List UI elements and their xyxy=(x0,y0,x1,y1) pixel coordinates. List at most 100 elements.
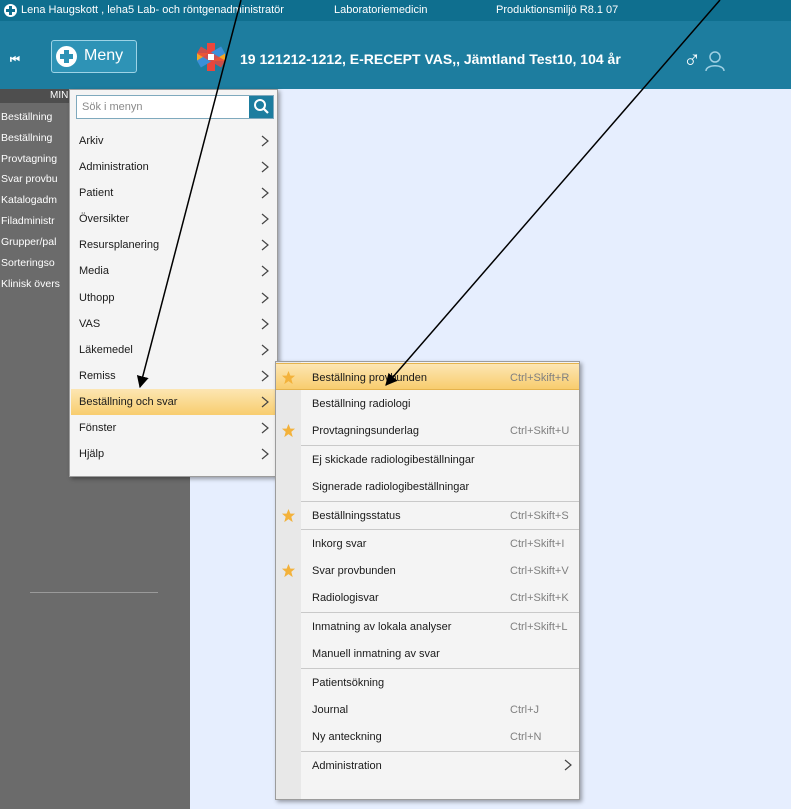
side-panel-item[interactable]: Filadministr xyxy=(1,215,55,227)
menu-item-label: Fönster xyxy=(79,422,117,434)
menu-item-patient[interactable]: Patient xyxy=(71,180,276,206)
menu-item-media[interactable]: Media xyxy=(71,258,276,284)
shortcut-label: Ctrl+Skift+K xyxy=(510,592,569,604)
menu-item-uthopp[interactable]: Uthopp xyxy=(71,285,276,311)
menu-item-label: Beställning och svar xyxy=(79,396,178,408)
submenu-item-provtagningsunderlag[interactable]: Provtagningsunderlag Ctrl+Skift+U xyxy=(276,417,579,444)
chevron-right-icon xyxy=(261,318,269,330)
favorite-star-icon[interactable] xyxy=(281,370,296,385)
submenu-item-bestallningsstatus[interactable]: Beställningsstatus Ctrl+Skift+S xyxy=(276,502,579,529)
submenu-item-label: Beställning radiologi xyxy=(312,398,411,410)
submenu-item-patientsokning[interactable]: Patientsökning xyxy=(276,669,579,696)
menu-item-remiss[interactable]: Remiss xyxy=(71,363,276,389)
submenu-item-inkorg-svar[interactable]: Inkorg svar Ctrl+Skift+I xyxy=(276,530,579,557)
search-button[interactable] xyxy=(249,96,273,118)
title-user: Lena Haugskott , leha5 Lab- och röntgena… xyxy=(21,4,284,16)
submenu-item-label: Journal xyxy=(312,704,349,716)
menu-item-oversikter[interactable]: Översikter xyxy=(71,206,276,232)
patient-banner[interactable]: 19 121212-1212, E-RECEPT VAS,, Jämtland … xyxy=(240,51,621,67)
menu-item-bestallning-och-svar[interactable]: Beställning och svar xyxy=(71,389,276,415)
shortcut-label: Ctrl+Skift+R xyxy=(510,372,570,384)
side-panel-item[interactable]: Beställning xyxy=(1,111,52,123)
submenu-item-bestallning-radiologi[interactable]: Beställning radiologi xyxy=(276,390,579,417)
menu-search-input[interactable] xyxy=(77,96,247,118)
submenu-item-svar-provbunden[interactable]: Svar provbunden Ctrl+Skift+V xyxy=(276,557,579,584)
side-panel-divider xyxy=(30,592,158,593)
shortcut-label: Ctrl+Skift+L xyxy=(510,621,568,633)
shortcut-label: Ctrl+N xyxy=(510,731,542,743)
submenu-item-radiologisvar[interactable]: Radiologisvar Ctrl+Skift+K xyxy=(276,584,579,611)
submenu-item-administration[interactable]: Administration xyxy=(276,752,579,779)
menu-item-vas[interactable]: VAS xyxy=(71,311,276,337)
favorite-star-icon[interactable] xyxy=(281,563,296,578)
submenu-item-bestallning-provbunden[interactable]: Beställning provbunden Ctrl+Skift+R xyxy=(276,363,579,390)
menu-item-label: Hjälp xyxy=(79,448,105,460)
submenu-item-label: Signerade radiologibeställningar xyxy=(312,481,470,493)
chevron-right-icon xyxy=(261,344,269,356)
submenu-item-label: Provtagningsunderlag xyxy=(312,425,420,437)
side-panel-item[interactable]: Grupper/pal xyxy=(1,236,56,248)
submenu-item-signerade-radiologibestallningar[interactable]: Signerade radiologibeställningar xyxy=(276,473,579,500)
chevron-right-icon xyxy=(261,135,269,147)
submenu-item-ej-skickade-radiologibestallningar[interactable]: Ej skickade radiologibeställningar xyxy=(276,446,579,473)
chevron-right-icon xyxy=(261,187,269,199)
menu-item-fonster[interactable]: Fönster xyxy=(71,415,276,441)
app-header: ⏮ Meny 19 121212-1212, E-RECEPT VAS,, Jä… xyxy=(0,21,791,89)
submenu-item-label: Administration xyxy=(312,760,382,772)
menu-item-label: Arkiv xyxy=(79,135,104,147)
chevron-right-icon xyxy=(261,213,269,225)
menu-item-hjalp[interactable]: Hjälp xyxy=(71,441,276,467)
main-menu-button[interactable]: Meny xyxy=(51,40,137,73)
chevron-right-icon xyxy=(261,265,269,277)
side-panel-item[interactable]: Sorteringso xyxy=(1,257,55,269)
menu-item-label: Remiss xyxy=(79,370,116,382)
menu-item-label: Media xyxy=(79,265,109,277)
submenu-item-label: Beställning provbunden xyxy=(312,372,427,384)
side-panel-item[interactable]: Beställning xyxy=(1,132,52,144)
gender-male-icon: ♂ xyxy=(683,46,701,73)
shortcut-label: Ctrl+J xyxy=(510,704,540,716)
favorite-star-icon[interactable] xyxy=(281,508,296,523)
submenu-item-label: Svar provbunden xyxy=(312,565,396,577)
title-unit: Laboratoriemedicin xyxy=(334,4,428,16)
menu-item-administration[interactable]: Administration xyxy=(71,154,276,180)
medical-alert-icon[interactable] xyxy=(195,41,227,73)
chevron-right-icon xyxy=(261,422,269,434)
title-environment: Produktionsmiljö R8.1 07 xyxy=(496,4,619,16)
menu-item-label: VAS xyxy=(79,318,101,330)
side-panel-item[interactable]: Klinisk övers xyxy=(1,278,60,290)
chevron-right-icon xyxy=(261,448,269,460)
shortcut-label: Ctrl+Skift+U xyxy=(510,425,570,437)
menu-item-label: Läkemedel xyxy=(79,344,133,356)
menu-item-resursplanering[interactable]: Resursplanering xyxy=(71,232,276,258)
side-panel-item[interactable]: Katalogadm xyxy=(1,194,57,206)
chevron-right-icon xyxy=(564,759,572,771)
shortcut-label: Ctrl+Skift+I xyxy=(510,538,565,550)
menu-item-label: Administration xyxy=(79,161,149,173)
menu-item-label: Uthopp xyxy=(79,292,115,304)
side-panel-item[interactable]: Svar provbu xyxy=(1,173,58,185)
submenu-item-inmatning-av-lokala-analyser[interactable]: Inmatning av lokala analyser Ctrl+Skift+… xyxy=(276,613,579,640)
submenu-item-label: Manuell inmatning av svar xyxy=(312,648,440,660)
submenu-item-ny-anteckning[interactable]: Ny anteckning Ctrl+N xyxy=(276,723,579,750)
search-icon xyxy=(254,99,269,114)
chevron-right-icon xyxy=(261,396,269,408)
plus-icon xyxy=(56,46,77,67)
menu-item-lakemedel[interactable]: Läkemedel xyxy=(71,337,276,363)
submenu-item-label: Inkorg svar xyxy=(312,538,367,550)
menu-item-arkiv[interactable]: Arkiv xyxy=(71,128,276,154)
submenu-item-label: Beställningsstatus xyxy=(312,510,401,522)
submenu-item-manuell-inmatning-av-svar[interactable]: Manuell inmatning av svar xyxy=(276,640,579,667)
collapse-panel-icon[interactable]: ⏮ xyxy=(10,54,20,67)
menu-item-label: Översikter xyxy=(79,213,130,225)
main-menu-dropdown: Arkiv Administration Patient Översikter … xyxy=(69,89,278,477)
menu-search-box xyxy=(76,95,274,119)
submenu-item-label: Ej skickade radiologibeställningar xyxy=(312,454,475,466)
submenu-bestallning-och-svar: Beställning provbunden Ctrl+Skift+R Best… xyxy=(275,361,580,800)
side-panel-item[interactable]: Provtagning xyxy=(1,153,57,165)
submenu-item-journal[interactable]: Journal Ctrl+J xyxy=(276,696,579,723)
user-icon[interactable] xyxy=(703,49,727,73)
favorite-star-icon[interactable] xyxy=(281,423,296,438)
shortcut-label: Ctrl+Skift+S xyxy=(510,510,569,522)
chevron-right-icon xyxy=(261,370,269,382)
